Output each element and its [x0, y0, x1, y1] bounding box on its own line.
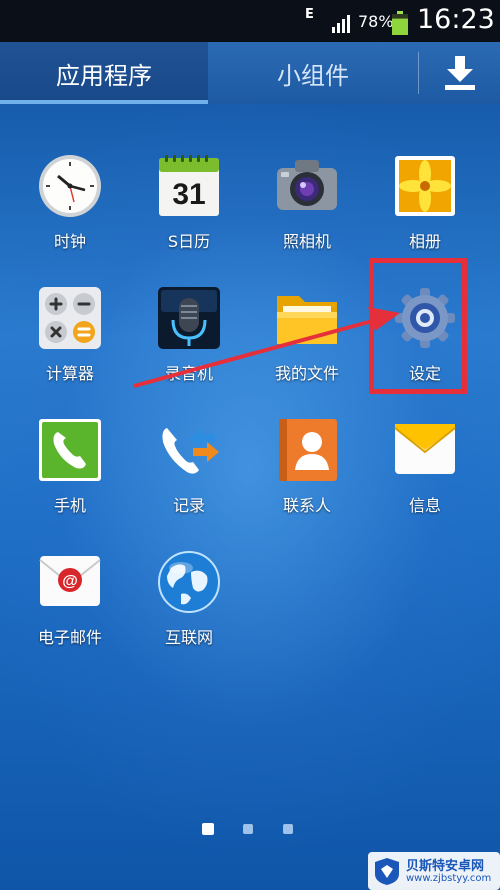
watermark-title: 贝斯特安卓网: [406, 859, 485, 874]
page-indicator: [0, 823, 500, 838]
home-screen: E 78% 16:23 应用程序 小组件 时钟 31 S日历 照相机 相册 计算…: [0, 0, 500, 890]
page-dot-current[interactable]: [202, 823, 214, 835]
watermark: 贝斯特安卓网 www.zjbstyy.com: [368, 852, 500, 890]
page-dot[interactable]: [283, 824, 293, 834]
annotation-arrow: [133, 307, 400, 388]
watermark-logo-icon: [375, 858, 399, 885]
page-dot[interactable]: [243, 824, 253, 834]
annotation-highlight-box: [369, 258, 467, 394]
watermark-url: www.zjbstyy.com: [406, 873, 492, 884]
